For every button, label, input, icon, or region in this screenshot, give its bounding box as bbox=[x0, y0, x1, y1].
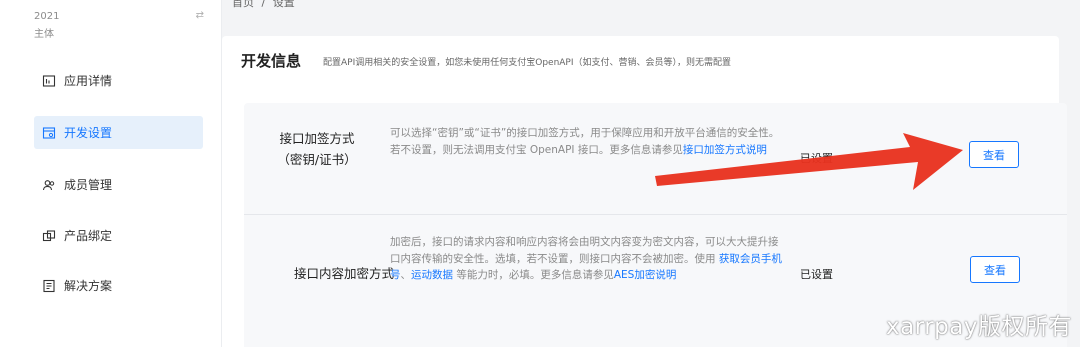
section-title: 开发信息 bbox=[241, 52, 302, 70]
view-button[interactable]: 查看 bbox=[970, 256, 1020, 283]
sidebar-item-app-details[interactable]: 应用详情 bbox=[34, 64, 203, 97]
aes-doc-link[interactable]: AES加密说明 bbox=[614, 269, 676, 281]
sidebar-item-label: 产品绑定 bbox=[64, 229, 113, 243]
row-description-text: 、 bbox=[400, 269, 412, 281]
view-button[interactable]: 查看 bbox=[969, 141, 1019, 168]
row-name-line2: （密钥/证书） bbox=[277, 152, 357, 167]
sidebar-item-members[interactable]: 成员管理 bbox=[34, 168, 203, 201]
section-description: 配置API调用相关的安全设置，如您未使用任何支付宝OpenAPI（如支付、营销、… bbox=[323, 58, 732, 68]
app-details-icon bbox=[42, 74, 56, 88]
signing-doc-link[interactable]: 接口加签方式说明 bbox=[683, 144, 767, 156]
settings-row-signing: 接口加签方式 （密钥/证书） 可以选择“密钥”或“证书”的接口加签方式，用于保障… bbox=[244, 103, 1067, 215]
sidebar-item-solutions[interactable]: 解决方案 bbox=[34, 269, 203, 302]
switch-icon[interactable]: ⇄ bbox=[196, 10, 204, 21]
sidebar-item-label: 开发设置 bbox=[64, 126, 113, 140]
sidebar-item-label: 成员管理 bbox=[64, 178, 113, 192]
app-meta-line2: 主体 bbox=[34, 29, 54, 40]
row-name: 接口加签方式 （密钥/证书） bbox=[244, 128, 390, 170]
breadcrumb-home[interactable]: 首页 bbox=[232, 0, 254, 9]
solutions-icon bbox=[42, 279, 56, 293]
sidebar-item-product-bind[interactable]: 产品绑定 bbox=[34, 219, 203, 252]
app-meta-line1: 2021 bbox=[34, 11, 60, 22]
sidebar-item-label: 应用详情 bbox=[64, 74, 113, 88]
status-text: 已设置 bbox=[800, 152, 833, 165]
sidebar-item-dev-settings[interactable]: 开发设置 bbox=[34, 116, 203, 149]
row-description: 可以选择“密钥”或“证书”的接口加签方式，用于保障应用和开放平台通信的安全性。若… bbox=[390, 125, 782, 158]
sidebar-item-label: 解决方案 bbox=[64, 279, 113, 293]
sport-data-link[interactable]: 运动数据 bbox=[411, 269, 453, 281]
product-bind-icon bbox=[42, 229, 56, 243]
breadcrumb-current: 设置 bbox=[272, 0, 295, 9]
breadcrumb-separator: / bbox=[261, 0, 266, 9]
status-text: 已设置 bbox=[800, 268, 833, 281]
watermark: xarrpay版权所有 bbox=[885, 314, 1072, 340]
row-name-line1: 接口加签方式 bbox=[279, 131, 355, 146]
dev-settings-icon bbox=[42, 126, 56, 140]
app-meta: 2021 主体 ⇄ bbox=[34, 8, 204, 44]
row-description: 加密后，接口的请求内容和响应内容将会由明文内容变为密文内容，可以大大提升接口内容… bbox=[390, 234, 782, 284]
sidebar: 2021 主体 ⇄ 应用详情 开发设置 成员管理 产品绑定 解决方案 bbox=[0, 0, 222, 347]
members-icon bbox=[42, 178, 56, 192]
row-description-text: 等能力时，必填。更多信息请参见 bbox=[453, 269, 614, 281]
breadcrumb: 首页 / 设置 bbox=[232, 0, 299, 10]
dev-info-card: 开发信息 配置API调用相关的安全设置，如您未使用任何支付宝OpenAPI（如支… bbox=[222, 36, 1067, 347]
